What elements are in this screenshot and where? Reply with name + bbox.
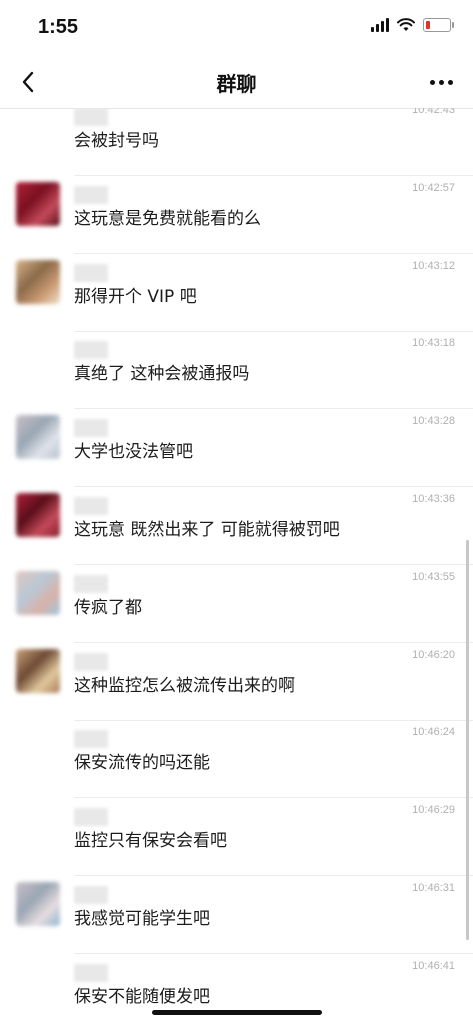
message-text: 真绝了 这种会被通报吗 <box>74 364 250 385</box>
home-indicator[interactable] <box>152 1010 322 1015</box>
sender-name-redacted <box>74 263 108 282</box>
message-timestamp: 10:42:43 <box>412 108 455 116</box>
message-text: 我感觉可能学生吧 <box>74 909 210 929</box>
sender-name-redacted <box>74 808 108 827</box>
chat-message[interactable]: 10:46:31 我感觉可能学生吧 <box>0 876 473 954</box>
chat-message[interactable]: 10:43:55 传疯了都 <box>0 565 473 643</box>
wifi-icon <box>397 18 415 31</box>
message-timestamp: 10:43:36 <box>412 493 455 505</box>
avatar[interactable] <box>16 259 60 304</box>
avatar[interactable] <box>16 415 60 460</box>
message-text: 会被封号吗 <box>74 131 159 151</box>
message-text: 大学也没法管吧 <box>74 442 193 463</box>
message-timestamp: 10:46:24 <box>412 726 455 739</box>
message-timestamp: 10:43:55 <box>412 570 455 583</box>
avatar[interactable] <box>16 570 60 615</box>
message-timestamp: 10:46:41 <box>412 959 455 972</box>
status-time: 1:55 <box>38 16 79 38</box>
sender-name-redacted <box>74 574 108 593</box>
message-text: 保安流传的吗还能 <box>74 753 210 774</box>
chat-message[interactable]: 10:46:24 保安流传的吗还能 <box>0 720 473 799</box>
more-dot-icon <box>447 79 453 85</box>
chat-message[interactable]: 10:43:18 真绝了 这种会被通报吗 <box>0 331 473 410</box>
message-text: 这玩意 既然出来了 可能就得被罚吧 <box>74 520 340 540</box>
message-timestamp: 10:46:20 <box>412 648 455 661</box>
battery-icon <box>423 18 454 32</box>
signal-icon <box>371 18 389 32</box>
more-dot-icon <box>438 79 444 85</box>
message-timestamp: 10:43:28 <box>412 415 455 428</box>
nav-bar: 群聊 <box>0 56 473 109</box>
message-timestamp: 10:42:57 <box>412 181 455 194</box>
message-text: 传疯了都 <box>74 597 142 618</box>
chat-message[interactable]: 10:46:29 监控只有保安会看吧 <box>0 798 473 877</box>
chat-message[interactable]: 10:43:36 这玩意 既然出来了 可能就得被罚吧 <box>0 487 473 565</box>
chat-message[interactable]: 10:43:12 那得开个 VIP 吧 <box>0 254 473 332</box>
avatar[interactable] <box>16 493 60 537</box>
sender-name-redacted <box>74 497 108 515</box>
chat-message[interactable]: 10:43:28 大学也没法管吧 <box>0 409 473 488</box>
page-title: 群聊 <box>216 72 257 96</box>
message-text: 那得开个 VIP 吧 <box>74 286 197 307</box>
message-timestamp: 10:43:12 <box>412 259 455 272</box>
more-dot-icon <box>429 79 435 85</box>
chat-message[interactable]: 10:42:57 这玩意是免费就能看的么 <box>0 176 473 254</box>
more-options-button[interactable] <box>423 66 459 98</box>
sender-name-redacted <box>74 886 108 904</box>
chat-message[interactable]: 10:46:20 这种监控怎么被流传出来的啊 <box>0 643 473 721</box>
sender-name-redacted <box>74 963 108 982</box>
message-text: 监控只有保安会看吧 <box>74 831 227 852</box>
avatar[interactable] <box>16 882 60 926</box>
message-text: 保安不能随便发吧 <box>74 986 210 1007</box>
sender-name-redacted <box>74 652 108 671</box>
message-text: 这玩意是免费就能看的么 <box>74 208 261 229</box>
message-timestamp: 10:46:31 <box>412 882 455 894</box>
avatar[interactable] <box>16 181 60 226</box>
sender-name-redacted <box>74 341 108 360</box>
sender-name-redacted <box>74 419 108 438</box>
status-icons <box>371 18 454 32</box>
sender-name-redacted <box>74 185 108 204</box>
message-timestamp: 10:46:29 <box>412 804 455 817</box>
message-timestamp: 10:43:18 <box>412 337 455 350</box>
scrollbar[interactable] <box>466 540 469 940</box>
avatar[interactable] <box>16 648 60 693</box>
chat-message[interactable]: 10:42:43 会被封号吗 <box>0 108 473 176</box>
message-text: 这种监控怎么被流传出来的啊 <box>74 675 295 696</box>
chat-message-list[interactable]: 10:42:43 会被封号吗 10:42:57 这玩意是免费就能看的么 10:43:12… <box>0 108 473 1024</box>
sender-name-redacted <box>74 730 108 749</box>
status-bar: 1:55 <box>0 0 473 56</box>
sender-name-redacted <box>74 108 108 126</box>
